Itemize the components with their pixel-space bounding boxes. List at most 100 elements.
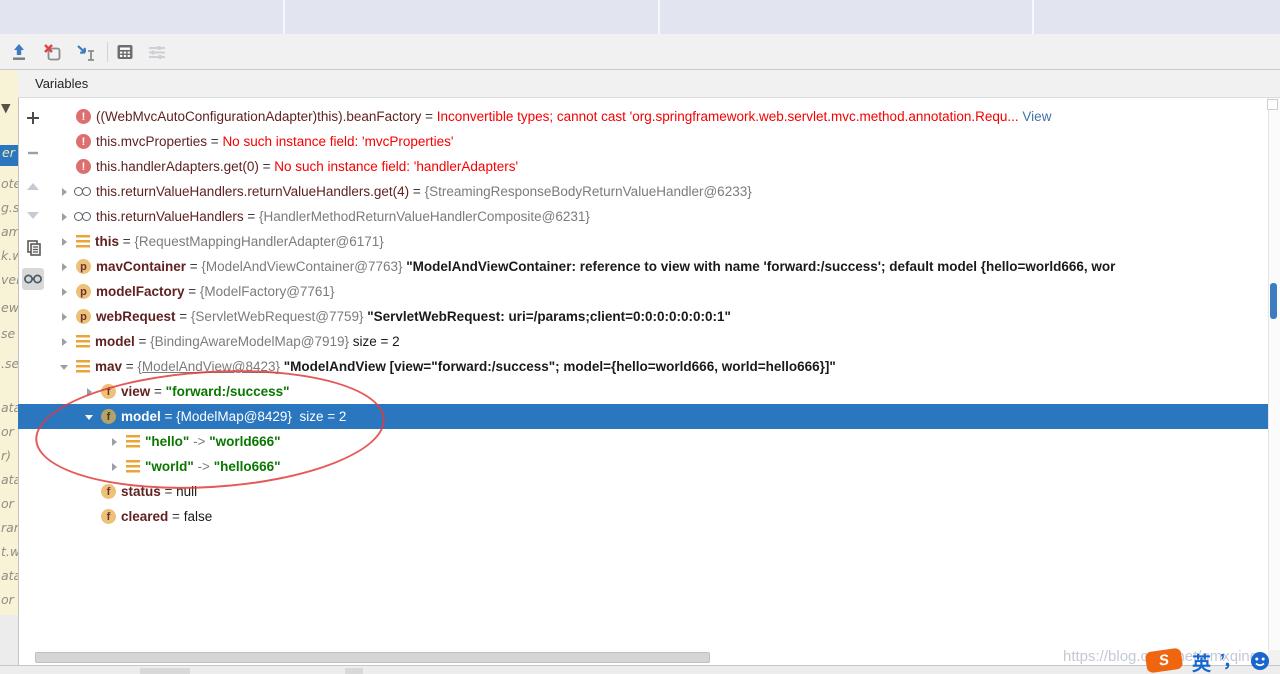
variable-row[interactable]: pmavContainer = {ModelAndViewContainer@7… <box>18 254 1268 279</box>
tab-variables[interactable]: Variables <box>35 76 88 91</box>
row-text-segment: {StreamingResponseBodyReturnValueHandler… <box>425 184 752 199</box>
horizontal-scrollbar-thumb[interactable] <box>35 652 710 663</box>
value-icon <box>76 235 90 248</box>
vertical-scrollbar-track[interactable] <box>1268 98 1280 650</box>
variable-row[interactable]: fcleared = false <box>18 504 1268 529</box>
chevron-right-icon[interactable] <box>106 461 124 473</box>
chevron-spacer <box>81 511 99 523</box>
chevron-right-icon[interactable] <box>56 236 74 248</box>
field-icon: f <box>101 484 116 499</box>
variable-row[interactable]: fview = "forward:/success" <box>18 379 1268 404</box>
ime-language-indicator[interactable]: 英 <box>1192 649 1211 674</box>
row-text-segment: this.returnValueHandlers.returnValueHand… <box>96 184 409 199</box>
variable-row[interactable]: this = {RequestMappingHandlerAdapter@617… <box>18 229 1268 254</box>
editor-text-fragment: ew <box>1 300 18 315</box>
parameter-icon: p <box>76 309 91 324</box>
value-icon <box>76 360 90 373</box>
ime-punctuation-indicator[interactable]: ’， <box>1220 647 1239 673</box>
row-text-segment: "ModelAndViewContainer: reference to vie… <box>406 259 1115 274</box>
row-text-segment: = <box>150 384 165 399</box>
row-text-segment: view <box>121 384 150 399</box>
row-text-segment: No such instance field: 'handlerAdapters… <box>274 159 518 174</box>
top-band-separator <box>1032 0 1034 34</box>
step-out-button[interactable] <box>8 41 30 63</box>
variable-row[interactable]: !this.mvcProperties = No such instance f… <box>18 129 1268 154</box>
drop-frame-button[interactable] <box>41 41 63 63</box>
row-text-segment: modelFactory <box>96 284 185 299</box>
editor-text-fragment: ata <box>1 400 18 415</box>
editor-text-fragment: t.w <box>1 544 18 559</box>
chevron-right-icon[interactable] <box>56 336 74 348</box>
variable-row[interactable]: fmodel = {ModelMap@8429} size = 2 <box>18 404 1268 429</box>
row-text-segment: "ServletWebRequest: uri=/params;client=0… <box>367 309 731 324</box>
error-icon: ! <box>76 109 91 124</box>
variable-row[interactable]: pmodelFactory = {ModelFactory@7761} <box>18 279 1268 304</box>
editor-text-fragment: or <box>1 496 14 511</box>
error-icon: ! <box>76 159 91 174</box>
chevron-right-icon[interactable] <box>56 261 74 273</box>
window-top-band <box>0 0 1280 34</box>
variables-tree: ! ((WebMvcAutoConfigurationAdapter)this).… <box>18 98 1268 558</box>
variable-row[interactable]: ! ((WebMvcAutoConfigurationAdapter)this).… <box>18 104 1268 129</box>
row-text-segment: = <box>259 159 274 174</box>
row-text-segment: this.mvcProperties <box>96 134 207 149</box>
chevron-right-icon[interactable] <box>81 386 99 398</box>
row-text-segment: Inconvertible types; cannot cast 'org.sp… <box>437 109 1023 124</box>
chevron-down-icon[interactable] <box>56 361 74 373</box>
row-text-segment: false <box>184 509 213 524</box>
watch-icon <box>74 208 91 225</box>
filter-disabled-icon <box>147 42 167 62</box>
run-to-cursor-icon <box>75 42 97 63</box>
ime-emoji-icon[interactable] <box>1250 651 1270 674</box>
row-text-segment: status <box>121 484 161 499</box>
variable-row[interactable]: "hello" -> "world666" <box>18 429 1268 454</box>
chevron-right-icon[interactable] <box>106 436 124 448</box>
row-text-segment: "forward:/success" <box>166 384 290 399</box>
row-text-segment: {HandlerMethodReturnValueHandlerComposit… <box>259 209 590 224</box>
chevron-right-icon[interactable] <box>56 211 74 223</box>
variable-row[interactable]: fstatus = null <box>18 479 1268 504</box>
filter-disabled-button[interactable] <box>146 41 168 63</box>
row-text-segment: -> <box>194 459 214 474</box>
view-link[interactable]: View <box>1022 109 1051 124</box>
variable-row[interactable]: !this.handlerAdapters.get(0) = No such i… <box>18 154 1268 179</box>
field-icon: f <box>101 384 116 399</box>
row-text-segment: "ModelAndView [view="forward:/success"; … <box>284 359 836 374</box>
editor-text-fragment: .se <box>1 356 18 371</box>
chevron-right-icon[interactable] <box>56 286 74 298</box>
watch-icon <box>74 183 91 200</box>
row-text-segment: {ModelFactory@7761} <box>200 284 335 299</box>
vertical-scrollbar-thumb[interactable] <box>1270 283 1277 319</box>
row-text-segment: "world" <box>145 459 194 474</box>
evaluate-expression-icon <box>115 42 135 62</box>
row-text-segment: ((WebMvcAutoConfigurationAdapter)this).b… <box>96 109 421 124</box>
row-text-segment: {ModelMap@8429} <box>176 409 299 424</box>
row-text-segment: {ModelAndViewContainer@7763} <box>201 259 406 274</box>
row-text-segment: = <box>207 134 222 149</box>
row-text-segment: {ServletWebRequest@7759} <box>191 309 367 324</box>
sogou-logo-icon[interactable]: S <box>1145 648 1184 674</box>
chevron-down-icon[interactable] <box>81 411 99 423</box>
scrollbar-corner <box>1267 99 1278 110</box>
editor-text-fragment: ata <box>1 568 18 583</box>
run-to-cursor-button[interactable] <box>75 41 97 63</box>
variable-row[interactable]: pwebRequest = {ServletWebRequest@7759} "… <box>18 304 1268 329</box>
variable-row[interactable]: this.returnValueHandlers.returnValueHand… <box>18 179 1268 204</box>
variable-row[interactable]: model = {BindingAwareModelMap@7919} size… <box>18 329 1268 354</box>
variable-row[interactable]: this.returnValueHandlers = {HandlerMetho… <box>18 204 1268 229</box>
row-text-segment: = <box>168 509 183 524</box>
variable-row[interactable]: "world" -> "hello666" <box>18 454 1268 479</box>
row-text-segment: {BindingAwareModelMap@7919} <box>150 334 353 349</box>
row-text-segment: "hello" <box>145 434 189 449</box>
row-text-segment: {ModelAndView@8423} <box>137 359 280 374</box>
chevron-right-icon[interactable] <box>56 311 74 323</box>
top-band-separator <box>283 0 285 34</box>
background-editor-strip: er▼oteg.samk.wvelewse.seataorr)ataorrart… <box>0 70 18 615</box>
field-icon: f <box>101 509 116 524</box>
variable-row[interactable]: mav = {ModelAndView@8423} "ModelAndView … <box>18 354 1268 379</box>
chevron-right-icon[interactable] <box>56 186 74 198</box>
chevron-spacer <box>56 111 74 123</box>
editor-highlight-fragment: er <box>0 145 18 166</box>
value-icon <box>126 460 140 473</box>
evaluate-expression-button[interactable] <box>114 41 136 63</box>
